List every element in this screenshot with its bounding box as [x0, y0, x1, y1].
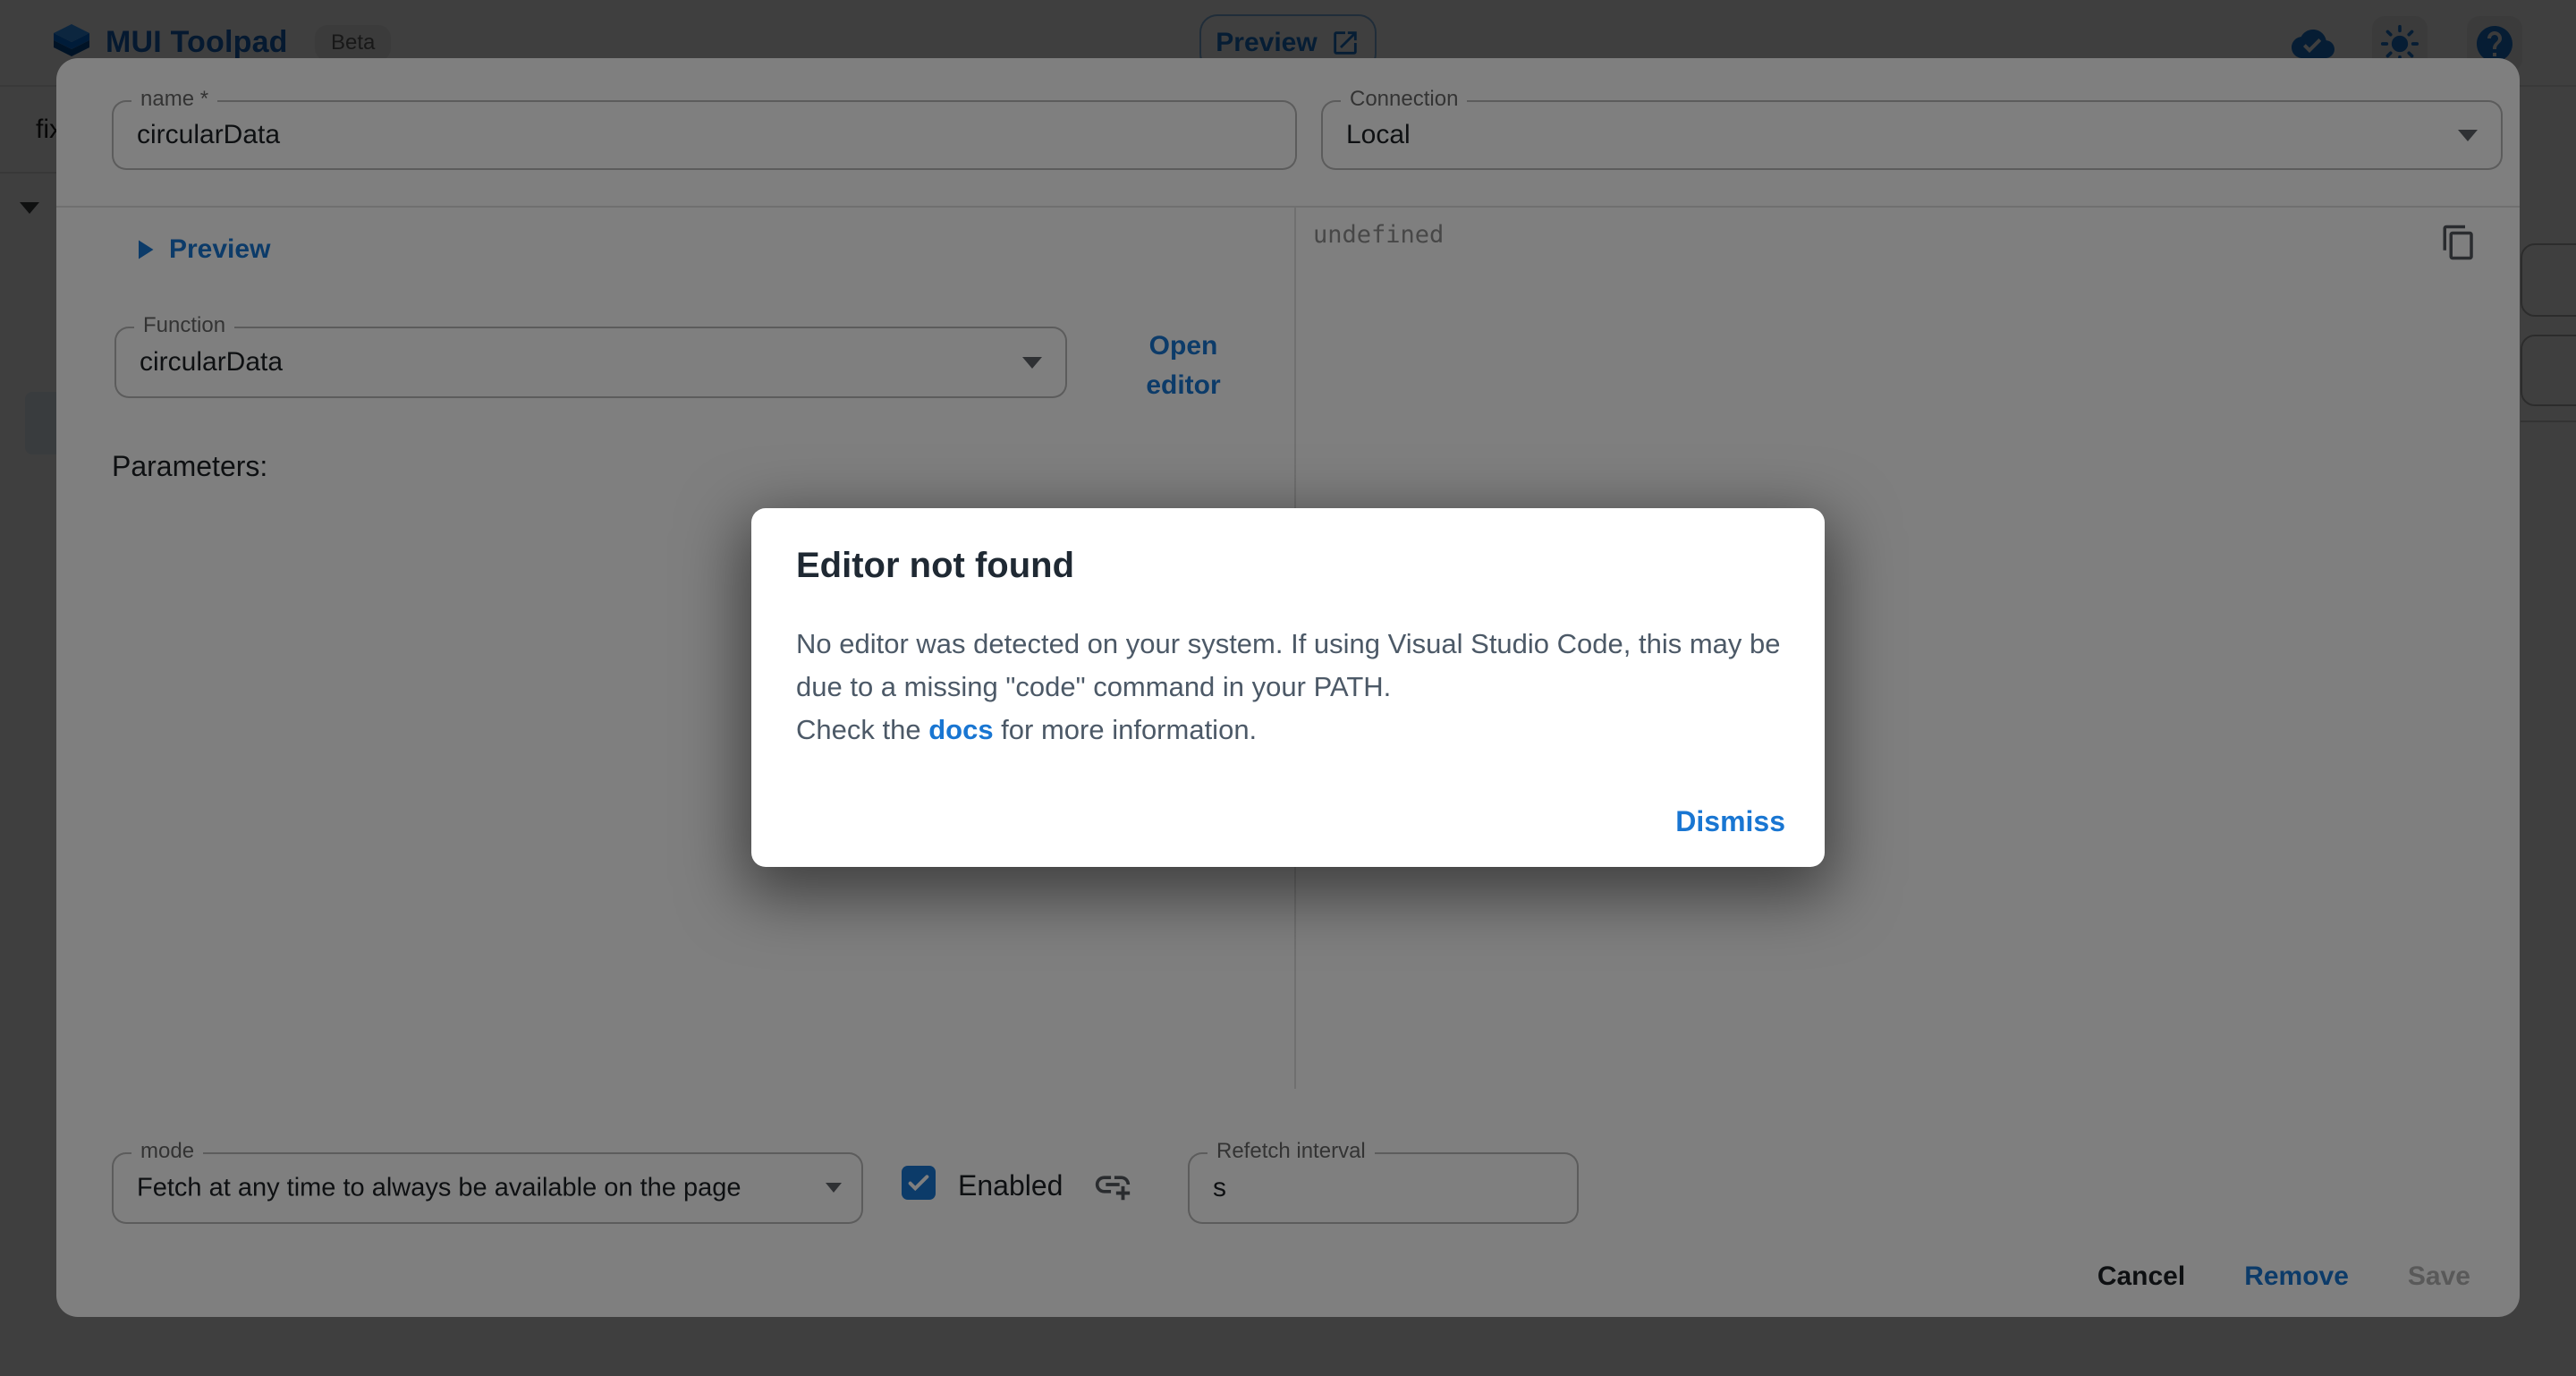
docs-link[interactable]: docs [928, 714, 993, 745]
dismiss-button[interactable]: Dismiss [1675, 805, 1785, 838]
editor-not-found-dialog: Editor not found No editor was detected … [751, 508, 1825, 867]
app-root: MUI Toolpad Beta Preview [0, 0, 2576, 1376]
dialog-check-suffix: for more information. [994, 714, 1258, 745]
dialog-body-text: No editor was detected on your system. I… [796, 628, 1781, 702]
dialog-body: No editor was detected on your system. I… [796, 623, 1785, 752]
dialog-title: Editor not found [796, 546, 1074, 586]
dialog-check-prefix: Check the [796, 714, 928, 745]
